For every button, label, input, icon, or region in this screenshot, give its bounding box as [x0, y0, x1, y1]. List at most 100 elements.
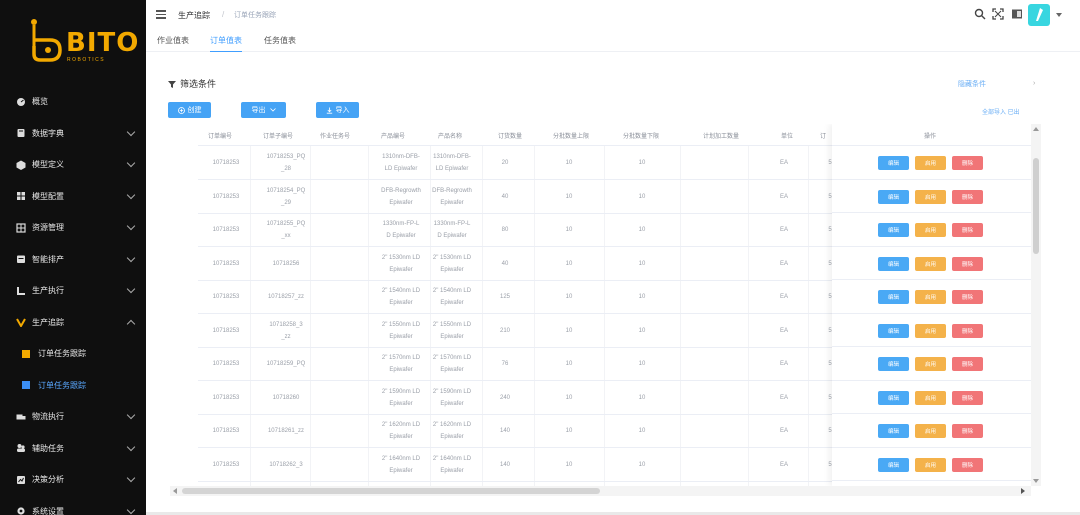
enable-button[interactable]: 启用: [915, 290, 946, 304]
column-header-0[interactable]: 订单编号: [208, 131, 232, 140]
edit-button[interactable]: 编辑: [878, 323, 909, 338]
tab-order-table[interactable]: 订单值表: [210, 35, 242, 52]
enable-button[interactable]: 启用: [915, 256, 946, 271]
scroll-right-icon[interactable]: [1021, 488, 1025, 494]
export-dropdown-button[interactable]: 导出: [241, 102, 286, 118]
sidebar-item-6[interactable]: 生产执行: [0, 275, 146, 307]
horizontal-scroll-thumb[interactable]: [182, 488, 600, 494]
sidebar-item-1[interactable]: 数据字典: [0, 118, 146, 150]
table-cell-name: 2" 1590nm LD Epiwafer: [422, 386, 482, 410]
sidebar-item-13[interactable]: 系统设置: [0, 496, 146, 515]
delete-button[interactable]: 删除: [952, 290, 983, 304]
column-header-5[interactable]: 订货数量: [498, 131, 522, 140]
horizontal-scrollbar[interactable]: [170, 486, 1031, 496]
brand-logo[interactable]: BITO ROBOTICS: [0, 0, 146, 86]
tab-bar: 作业值表 订单值表 任务值表: [146, 30, 1080, 52]
execute-icon: [17, 286, 25, 295]
avatar[interactable]: [1028, 4, 1050, 26]
edit-button[interactable]: 编辑: [878, 357, 909, 371]
tab-task-table[interactable]: 任务值表: [264, 35, 296, 46]
delete-button[interactable]: 删除: [952, 424, 983, 438]
table-cell-line: 10718262_3: [269, 461, 303, 468]
breadcrumb-separator: /: [222, 10, 225, 19]
table-cell-name: 2" 1540nm LD Epiwafer: [422, 285, 482, 309]
sidebar-item-0[interactable]: 概览: [0, 86, 146, 118]
sidebar-item-5[interactable]: 智能排产: [0, 244, 146, 276]
enable-button[interactable]: 启用: [915, 223, 946, 237]
sidebar-item-2[interactable]: 模型定义: [0, 149, 146, 181]
menu-toggle-icon[interactable]: [156, 10, 166, 19]
scroll-left-icon[interactable]: [173, 488, 177, 494]
chevron-right-icon[interactable]: ›: [1033, 80, 1035, 87]
import-export-link[interactable]: 全部导入 已出: [982, 107, 1020, 116]
column-header-2[interactable]: 作业任务号: [320, 131, 350, 140]
vertical-scrollbar[interactable]: [1031, 124, 1041, 486]
sidebar-item-7[interactable]: 生产追踪: [0, 307, 146, 339]
enable-button[interactable]: 启用: [915, 424, 946, 438]
delete-button[interactable]: 删除: [952, 390, 983, 405]
language-icon[interactable]: [1011, 8, 1023, 20]
table-cell-qty: 40: [501, 193, 509, 200]
vertical-scroll-thumb[interactable]: [1033, 158, 1039, 254]
column-header-4[interactable]: 产品名称: [438, 131, 462, 140]
table-cell-name: 2" 1570nm LD Epiwafer: [422, 352, 482, 376]
column-header-1[interactable]: 订单子编号: [263, 131, 293, 140]
table-cell-sub: 10718262_3: [256, 459, 316, 471]
edit-button[interactable]: 编辑: [878, 457, 909, 472]
create-button[interactable]: 创建: [168, 102, 211, 118]
delete-button[interactable]: 删除: [952, 457, 983, 472]
column-header-8[interactable]: 计划加工数量: [703, 131, 739, 140]
fullscreen-icon[interactable]: [992, 8, 1004, 20]
delete-button[interactable]: 删除: [952, 323, 983, 338]
import-button[interactable]: 导入: [316, 102, 359, 118]
enable-button[interactable]: 启用: [915, 189, 946, 204]
delete-button[interactable]: 删除: [952, 357, 983, 371]
table-cell-order: 10718253: [212, 394, 240, 401]
edit-button[interactable]: 编辑: [878, 156, 909, 170]
sidebar-item-10[interactable]: 物流执行: [0, 401, 146, 433]
column-header-3[interactable]: 产品编号: [381, 131, 405, 140]
collapse-filter-link[interactable]: 隐藏条件: [958, 79, 986, 89]
sidebar-item-9[interactable]: 订单任务跟踪: [0, 370, 146, 402]
delete-button[interactable]: 删除: [952, 223, 983, 237]
breadcrumb-parent[interactable]: 生产追踪: [178, 10, 210, 21]
tab-job-table[interactable]: 作业值表: [157, 35, 189, 46]
enable-button[interactable]: 启用: [915, 357, 946, 371]
table-cell-upper: 10: [565, 294, 573, 300]
table-cell-qty: 140: [499, 428, 510, 434]
user-dropdown-caret-icon[interactable]: [1056, 13, 1062, 17]
scroll-up-icon[interactable]: [1033, 127, 1039, 131]
delete-button[interactable]: 删除: [952, 189, 983, 204]
table-cell-qty: 210: [499, 327, 510, 334]
table-cell-qty: 140: [499, 461, 510, 468]
column-header-7[interactable]: 分批数量下限: [623, 131, 659, 140]
column-header-9[interactable]: 单位: [781, 131, 793, 140]
column-header-6[interactable]: 分批数量上限: [553, 131, 589, 140]
sidebar-item-4[interactable]: 资源管理: [0, 212, 146, 244]
sidebar: BITO ROBOTICS 概览 数据字典 模型定义 模型配置资源管理智能排产生产执行…: [0, 0, 146, 515]
delete-button[interactable]: 删除: [952, 156, 983, 170]
delete-button[interactable]: 删除: [952, 256, 983, 271]
enable-button[interactable]: 启用: [915, 156, 946, 170]
edit-button[interactable]: 编辑: [878, 189, 909, 204]
sidebar-item-12[interactable]: 决策分析: [0, 464, 146, 496]
table-cell-name: 2" 1550nm LD Epiwafer: [422, 319, 482, 343]
enable-button[interactable]: 启用: [915, 323, 946, 338]
enable-button[interactable]: 启用: [915, 390, 946, 405]
sidebar-item-11[interactable]: 辅助任务: [0, 433, 146, 465]
search-icon[interactable]: [974, 8, 986, 20]
table-cell-sub: 10718253_PQ _28: [256, 151, 316, 175]
edit-button[interactable]: 编辑: [878, 223, 909, 237]
chevron-down-icon: [126, 410, 136, 420]
column-header-10[interactable]: 订: [820, 131, 826, 140]
edit-button[interactable]: 编辑: [878, 290, 909, 304]
edit-button[interactable]: 编辑: [878, 424, 909, 438]
sidebar-item-label: 智能排产: [32, 254, 64, 264]
scroll-down-icon[interactable]: [1033, 479, 1039, 483]
sidebar-item-8[interactable]: 订单任务跟踪: [0, 338, 146, 370]
edit-button[interactable]: 编辑: [878, 256, 909, 271]
sidebar-item-label: 资源管理: [32, 223, 64, 233]
sidebar-item-3[interactable]: 模型配置: [0, 181, 146, 213]
edit-button[interactable]: 编辑: [878, 390, 909, 405]
enable-button[interactable]: 启用: [915, 457, 946, 472]
